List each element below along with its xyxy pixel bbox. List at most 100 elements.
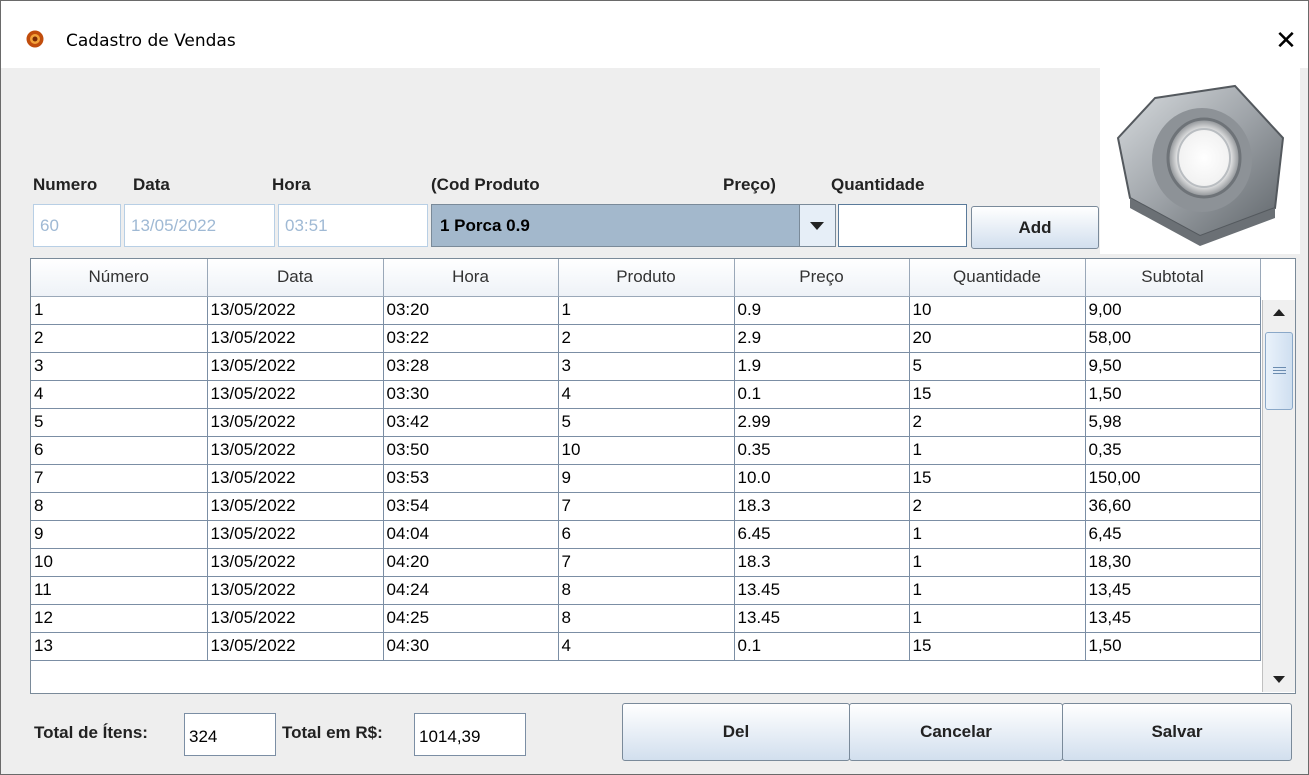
table-cell[interactable]: 03:28	[383, 352, 559, 381]
table-row[interactable]: 7 13/05/2022 03:53 9 10.0 15 150,00	[31, 464, 1261, 493]
table-cell[interactable]: 04:24	[383, 576, 559, 605]
table-cell[interactable]: 8	[558, 576, 735, 605]
table-cell[interactable]: 9,00	[1085, 296, 1261, 325]
table-scrollbar[interactable]	[1262, 300, 1295, 692]
table-cell[interactable]: 3	[558, 352, 735, 381]
column-header[interactable]: Número	[31, 259, 208, 297]
table-cell[interactable]: 7	[558, 492, 735, 521]
table-cell[interactable]: 6	[31, 436, 208, 465]
table-cell[interactable]: 03:42	[383, 408, 559, 437]
table-cell[interactable]: 6	[558, 520, 735, 549]
cancelar-button[interactable]: Cancelar	[849, 703, 1063, 761]
table-cell[interactable]: 13/05/2022	[207, 492, 384, 521]
sales-table[interactable]: Número Data Hora Produto Preço Quantidade Subt…	[30, 258, 1296, 694]
table-cell[interactable]: 5	[909, 352, 1086, 381]
table-cell[interactable]: 13/05/2022	[207, 324, 384, 353]
table-cell[interactable]: 13/05/2022	[207, 548, 384, 577]
table-row[interactable]: 11 13/05/2022 04:24 8 13.45 1 13,45	[31, 576, 1261, 605]
table-cell[interactable]: 18,30	[1085, 548, 1261, 577]
table-cell[interactable]: 1	[909, 604, 1086, 633]
table-row[interactable]: 6 13/05/2022 03:50 10 0.35 1 0,35	[31, 436, 1261, 465]
add-button[interactable]: Add	[971, 206, 1099, 249]
table-cell[interactable]: 13.45	[734, 604, 910, 633]
table-cell[interactable]: 0.1	[734, 632, 910, 661]
table-row[interactable]: 12 13/05/2022 04:25 8 13.45 1 13,45	[31, 604, 1261, 633]
table-cell[interactable]: 10	[558, 436, 735, 465]
table-cell[interactable]: 7	[558, 548, 735, 577]
table-cell[interactable]: 1	[558, 296, 735, 325]
table-cell[interactable]: 13,45	[1085, 604, 1261, 633]
table-cell[interactable]: 04:04	[383, 520, 559, 549]
table-cell[interactable]: 03:30	[383, 380, 559, 409]
column-header[interactable]: Hora	[383, 259, 559, 297]
table-cell[interactable]: 4	[31, 380, 208, 409]
table-cell[interactable]: 13/05/2022	[207, 576, 384, 605]
column-header[interactable]: Quantidade	[909, 259, 1086, 297]
table-row[interactable]: 13 13/05/2022 04:30 4 0.1 15 1,50	[31, 632, 1261, 661]
table-cell[interactable]: 1	[909, 436, 1086, 465]
table-cell[interactable]: 15	[909, 464, 1086, 493]
table-cell[interactable]: 2.99	[734, 408, 910, 437]
table-row[interactable]: 2 13/05/2022 03:22 2 2.9 20 58,00	[31, 324, 1261, 353]
table-cell[interactable]: 9	[31, 520, 208, 549]
table-row[interactable]: 4 13/05/2022 03:30 4 0.1 15 1,50	[31, 380, 1261, 409]
produto-dropdown-button[interactable]	[799, 205, 835, 246]
table-cell[interactable]: 2	[909, 408, 1086, 437]
table-cell[interactable]: 13/05/2022	[207, 380, 384, 409]
table-cell[interactable]: 18.3	[734, 548, 910, 577]
table-cell[interactable]: 13/05/2022	[207, 352, 384, 381]
table-cell[interactable]: 5	[31, 408, 208, 437]
table-cell[interactable]: 03:50	[383, 436, 559, 465]
salvar-button[interactable]: Salvar	[1062, 703, 1292, 761]
table-cell[interactable]: 9	[558, 464, 735, 493]
table-cell[interactable]: 7	[31, 464, 208, 493]
table-cell[interactable]: 11	[31, 576, 208, 605]
table-cell[interactable]: 03:22	[383, 324, 559, 353]
table-cell[interactable]: 0.35	[734, 436, 910, 465]
column-header[interactable]: Produto	[558, 259, 735, 297]
table-cell[interactable]: 2.9	[734, 324, 910, 353]
table-cell[interactable]: 10	[909, 296, 1086, 325]
table-cell[interactable]: 13	[31, 632, 208, 661]
table-cell[interactable]: 1,50	[1085, 632, 1261, 661]
table-row[interactable]: 5 13/05/2022 03:42 5 2.99 2 5,98	[31, 408, 1261, 437]
table-cell[interactable]: 13/05/2022	[207, 632, 384, 661]
table-cell[interactable]: 58,00	[1085, 324, 1261, 353]
table-row[interactable]: 1 13/05/2022 03:20 1 0.9 10 9,00	[31, 296, 1261, 325]
table-cell[interactable]: 13/05/2022	[207, 436, 384, 465]
table-cell[interactable]: 13/05/2022	[207, 604, 384, 633]
table-cell[interactable]: 5,98	[1085, 408, 1261, 437]
table-row[interactable]: 10 13/05/2022 04:20 7 18.3 1 18,30	[31, 548, 1261, 577]
table-cell[interactable]: 03:53	[383, 464, 559, 493]
table-cell[interactable]: 13/05/2022	[207, 296, 384, 325]
table-cell[interactable]: 2	[909, 492, 1086, 521]
table-cell[interactable]: 6,45	[1085, 520, 1261, 549]
table-cell[interactable]: 1	[909, 576, 1086, 605]
close-button[interactable]: ✕	[1266, 20, 1306, 60]
table-row[interactable]: 9 13/05/2022 04:04 6 6.45 1 6,45	[31, 520, 1261, 549]
table-cell[interactable]: 12	[31, 604, 208, 633]
column-header[interactable]: Preço	[734, 259, 910, 297]
table-cell[interactable]: 1	[909, 548, 1086, 577]
produto-select[interactable]: 1 Porca 0.9	[431, 204, 836, 247]
table-cell[interactable]: 03:54	[383, 492, 559, 521]
table-cell[interactable]: 2	[31, 324, 208, 353]
table-cell[interactable]: 36,60	[1085, 492, 1261, 521]
table-cell[interactable]: 13,45	[1085, 576, 1261, 605]
table-cell[interactable]: 9,50	[1085, 352, 1261, 381]
table-cell[interactable]: 8	[558, 604, 735, 633]
table-cell[interactable]: 3	[31, 352, 208, 381]
table-cell[interactable]: 8	[31, 492, 208, 521]
column-header[interactable]: Subtotal	[1085, 259, 1261, 297]
table-cell[interactable]: 0,35	[1085, 436, 1261, 465]
column-header[interactable]: Data	[207, 259, 384, 297]
table-cell[interactable]: 2	[558, 324, 735, 353]
table-cell[interactable]: 03:20	[383, 296, 559, 325]
scroll-down-button[interactable]	[1263, 666, 1295, 692]
table-cell[interactable]: 13/05/2022	[207, 408, 384, 437]
table-cell[interactable]: 04:25	[383, 604, 559, 633]
table-cell[interactable]: 1.9	[734, 352, 910, 381]
del-button[interactable]: Del	[622, 703, 850, 761]
quantidade-input[interactable]	[838, 204, 967, 247]
table-cell[interactable]: 04:20	[383, 548, 559, 577]
